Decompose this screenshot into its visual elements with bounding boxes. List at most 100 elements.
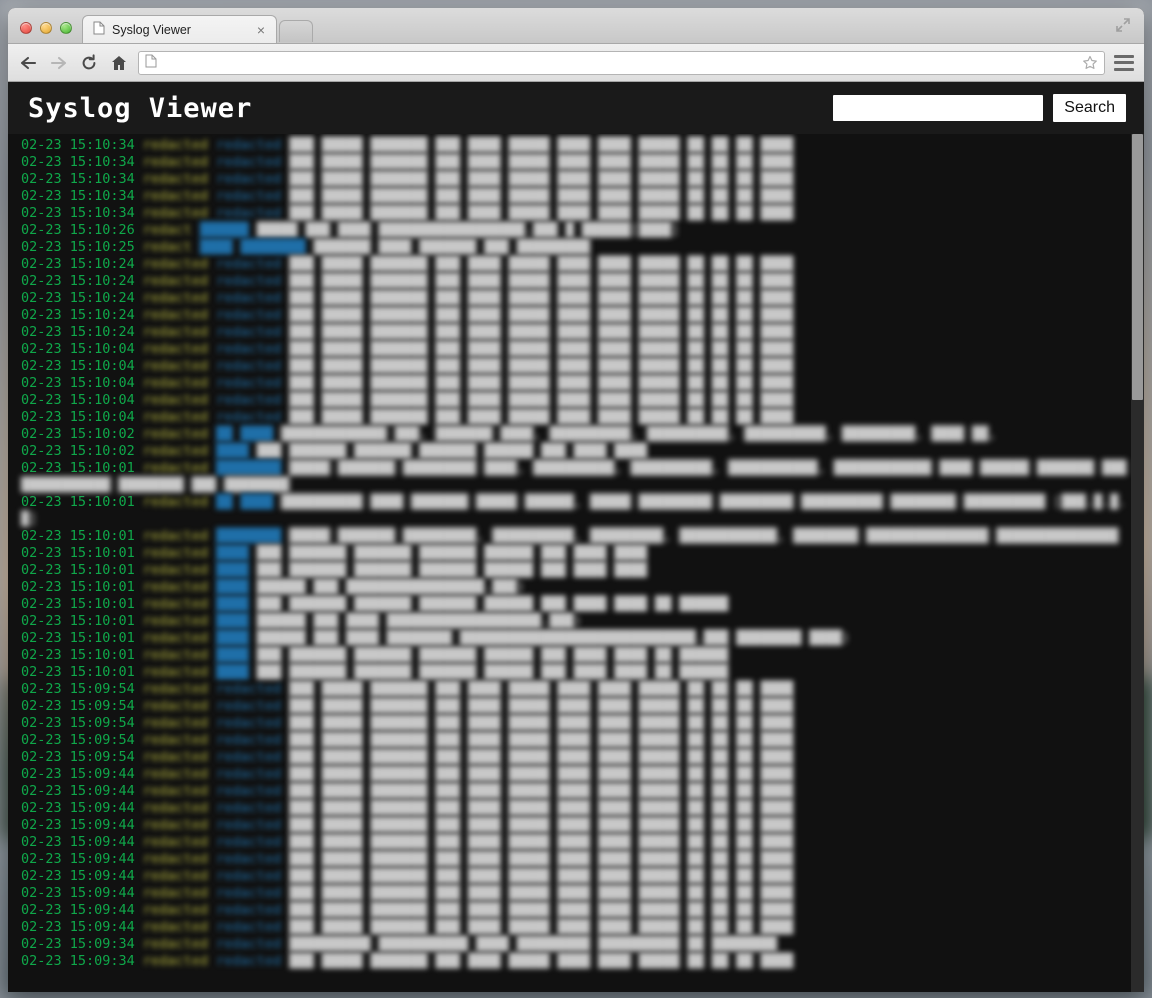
- home-icon[interactable]: [108, 52, 129, 73]
- log-process: redacted: [216, 766, 290, 782]
- log-line: 02-23 15:10:24 redacted redacted ███ ███…: [8, 290, 1131, 307]
- log-hostname: redacted: [142, 579, 217, 595]
- reload-icon[interactable]: [78, 52, 99, 73]
- log-line: 02-23 15:10:34 redacted redacted ███ ███…: [8, 188, 1131, 205]
- log-process: redacted: [216, 698, 290, 714]
- log-line: 02-23 15:10:26 redact ██████ █████ ███ █…: [8, 222, 1131, 239]
- star-icon[interactable]: [1082, 55, 1098, 71]
- log-message: ██████████ ███████████ ████ █████████ ██…: [289, 936, 777, 952]
- log-process: redacted: [216, 953, 290, 969]
- log-hostname: redacted: [142, 749, 217, 765]
- log-process: redacted: [216, 392, 290, 408]
- log-hostname: redacted: [142, 902, 217, 918]
- log-process: redacted: [216, 341, 290, 357]
- log-line: 02-23 15:09:44 redacted redacted ███ ███…: [8, 800, 1131, 817]
- fullscreen-expand-icon[interactable]: [1114, 16, 1132, 34]
- log-message: ███ ███████ ███████ ███████ ██████ ███ █…: [256, 443, 647, 459]
- close-icon[interactable]: ×: [254, 23, 268, 37]
- log-message: █████ ███ ████ ██████████████████.███ █ …: [256, 222, 680, 238]
- log-line: 02-23 15:10:01 redacted ████ ███ ███████…: [8, 664, 1131, 681]
- log-line: 02-23 15:10:02 redacted ████ ███ ███████…: [8, 443, 1131, 460]
- log-timestamp: 02-23 15:10:04: [21, 341, 143, 357]
- log-hostname: redacted: [142, 766, 217, 782]
- log-timestamp: 02-23 15:10:01: [21, 545, 143, 561]
- log-timestamp: 02-23 15:10:04: [21, 358, 143, 374]
- log-timestamp: 02-23 15:09:44: [21, 919, 143, 935]
- log-timestamp: 02-23 15:10:24: [21, 273, 143, 289]
- log-process: redacted: [216, 715, 290, 731]
- log-scrollbar-track[interactable]: [1131, 134, 1144, 992]
- url-bar[interactable]: [138, 50, 1105, 75]
- back-icon[interactable]: [18, 52, 39, 73]
- log-line: 02-23 15:09:54 redacted redacted ███ ███…: [8, 715, 1131, 732]
- log-line: 02-23 15:10:34 redacted redacted ███ ███…: [8, 171, 1131, 188]
- log-process: redacted: [216, 885, 290, 901]
- log-timestamp: 02-23 15:10:04: [21, 375, 143, 391]
- log-line: 02-23 15:10:01 redacted ██ ████ ████████…: [8, 494, 1131, 528]
- log-process: ████: [216, 545, 257, 561]
- log-process: redacted: [216, 732, 290, 748]
- log-process: ████████: [216, 528, 290, 544]
- log-line: 02-23 15:09:44 redacted redacted ███ ███…: [8, 851, 1131, 868]
- log-message: █████ ███████ █████████, ██████████, ███…: [289, 528, 1119, 544]
- log-line: 02-23 15:09:44 redacted redacted ███ ███…: [8, 885, 1131, 902]
- log-timestamp: 02-23 15:10:02: [21, 443, 143, 459]
- log-message: ███ █████ ███████ ███ ████ █████ ████ ██…: [289, 681, 794, 697]
- log-process: redacted: [216, 256, 290, 272]
- log-process: ██████: [199, 222, 257, 238]
- log-process: ████████: [216, 460, 290, 476]
- log-process: redacted: [216, 137, 290, 153]
- log-process: redacted: [216, 800, 290, 816]
- log-line: 02-23 15:10:01 redacted ████ ███ ███████…: [8, 562, 1131, 579]
- log-timestamp: 02-23 15:09:54: [21, 732, 143, 748]
- log-timestamp: 02-23 15:09:44: [21, 885, 143, 901]
- log-message: ███ █████ ███████ ███ ████ █████ ████ ██…: [289, 800, 794, 816]
- new-tab-button[interactable]: [279, 20, 313, 42]
- search-input[interactable]: [833, 95, 1044, 121]
- forward-icon[interactable]: [48, 52, 69, 73]
- log-message: ███ █████ ███████ ███ ████ █████ ████ ██…: [289, 392, 794, 408]
- search-button[interactable]: Search: [1053, 94, 1126, 122]
- log-process: redacted: [216, 205, 290, 221]
- log-message: ███ █████ ███████ ███ ████ █████ ████ ██…: [289, 137, 794, 153]
- log-message: ███ █████ ███████ ███ ████ █████ ████ ██…: [289, 868, 794, 884]
- log-message: ███ █████ ███████ ███ ████ █████ ████ ██…: [289, 698, 794, 714]
- log-message: ███ █████ ███████ ███ ████ █████ ████ ██…: [289, 919, 794, 935]
- log-hostname: redacted: [142, 681, 217, 697]
- log-message: ███ █████ ███████ ███ ████ █████ ████ ██…: [289, 766, 794, 782]
- log-hostname: redacted: [142, 290, 217, 306]
- log-line: 02-23 15:09:54 redacted redacted ███ ███…: [8, 732, 1131, 749]
- log-line: 02-23 15:10:24 redacted redacted ███ ███…: [8, 307, 1131, 324]
- log-line: 02-23 15:10:34 redacted redacted ███ ███…: [8, 154, 1131, 171]
- log-hostname: redacted: [142, 936, 217, 952]
- log-message: ███ █████ ███████ ███ ████ █████ ████ ██…: [289, 273, 794, 289]
- zoom-window-button[interactable]: [60, 22, 72, 34]
- log-hostname: redacted: [142, 783, 217, 799]
- log-message: ███ █████ ███████ ███ ████ █████ ████ ██…: [289, 307, 794, 323]
- log-timestamp: 02-23 15:10:01: [21, 647, 143, 663]
- log-hostname: redacted: [142, 817, 217, 833]
- tab-syslog-viewer[interactable]: Syslog Viewer ×: [82, 15, 277, 43]
- page-title: Syslog Viewer: [28, 92, 253, 124]
- log-message: ██████ ███ ████ ███████████████████.███): [256, 613, 582, 629]
- hamburger-menu-icon[interactable]: [1114, 54, 1134, 71]
- log-hostname: redacted: [142, 613, 217, 629]
- log-timestamp: 02-23 15:10:34: [21, 137, 143, 153]
- minimize-window-button[interactable]: [40, 22, 52, 34]
- close-window-button[interactable]: [20, 22, 32, 34]
- log-line: 02-23 15:09:44 redacted redacted ███ ███…: [8, 834, 1131, 851]
- log-timestamp: 02-23 15:10:01: [21, 579, 143, 595]
- log-process: redacted: [216, 171, 290, 187]
- log-message: ███ █████ ███████ ███ ████ █████ ████ ██…: [289, 205, 794, 221]
- log-scrollbar-thumb[interactable]: [1132, 134, 1143, 400]
- log-process: redacted: [216, 902, 290, 918]
- log-timestamp: 02-23 15:10:34: [21, 171, 143, 187]
- log-process: redacted: [216, 868, 290, 884]
- log-process: redacted: [216, 834, 290, 850]
- log-process: ████: [216, 562, 257, 578]
- log-line: 02-23 15:09:54 redacted redacted ███ ███…: [8, 749, 1131, 766]
- log-process: redacted: [216, 783, 290, 799]
- log-hostname: redacted: [142, 358, 217, 374]
- log-process: ████: [216, 613, 257, 629]
- log-hostname: redacted: [142, 919, 217, 935]
